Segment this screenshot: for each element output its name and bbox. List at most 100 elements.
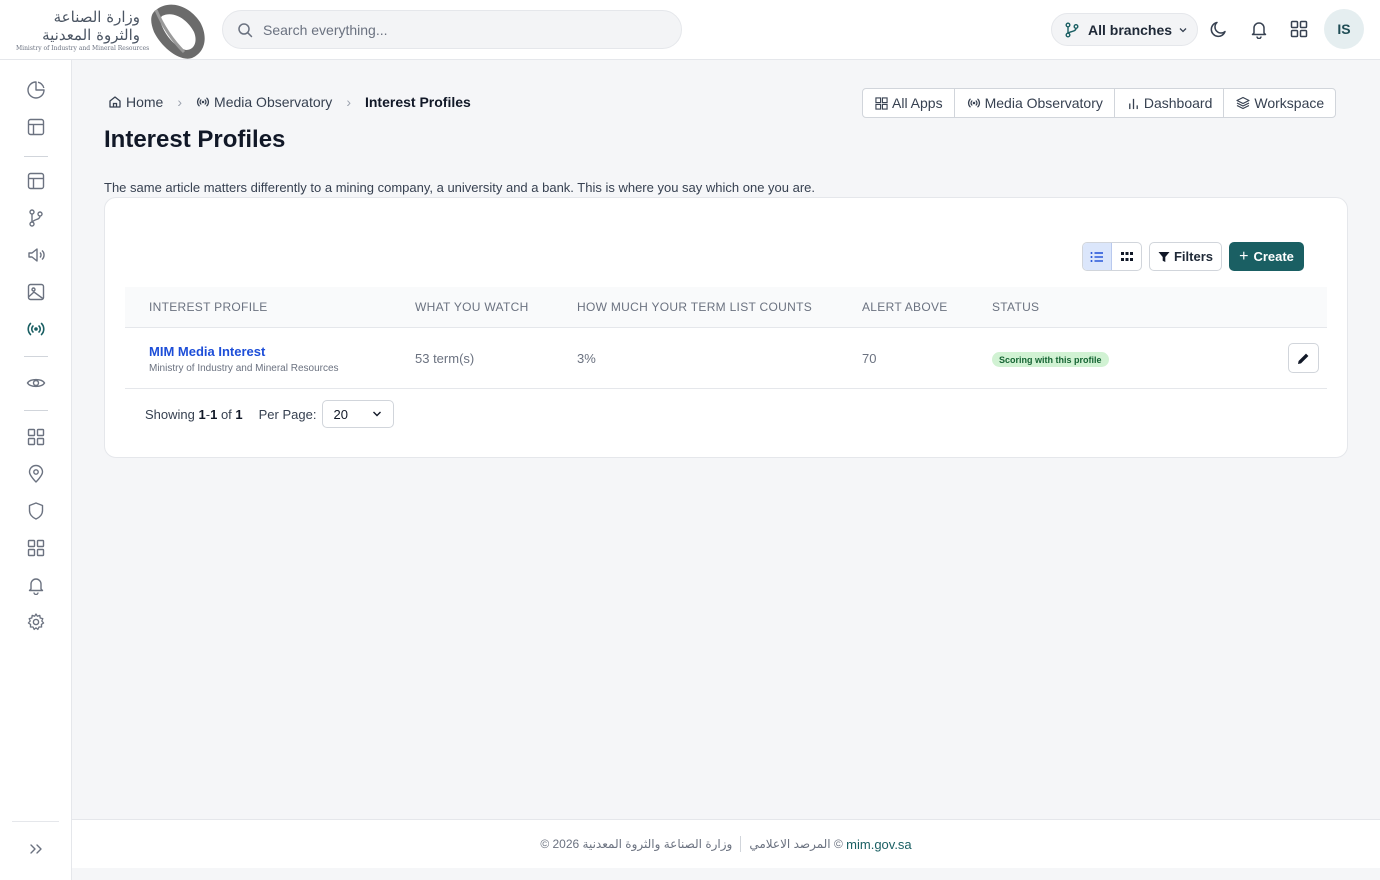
breadcrumb-current: Interest Profiles — [364, 94, 471, 110]
layout-icon — [27, 172, 45, 190]
sidebar-item-modules[interactable] — [25, 537, 47, 559]
chevron-down-icon — [373, 411, 382, 417]
footer-observatory: المرصد الاعلامي © — [749, 837, 843, 851]
gear-icon — [27, 613, 45, 631]
breadcrumb-home-label: Home — [126, 94, 164, 110]
profile-name-link[interactable]: MIM Media Interest — [149, 344, 265, 359]
total-count: 1 — [235, 406, 243, 422]
bell-icon — [28, 578, 44, 595]
sidebar-item-locations[interactable] — [25, 463, 47, 485]
breadcrumb: Home › Media Observatory › Interest Prof… — [108, 92, 471, 112]
sidebar-divider — [24, 156, 48, 157]
apps-grid-button[interactable] — [1288, 18, 1310, 40]
chevron-down-icon — [1179, 27, 1187, 32]
sidebar-divider — [24, 356, 48, 357]
broadcast-icon — [27, 322, 45, 336]
shield-icon — [28, 502, 44, 520]
sidebar-item-media[interactable] — [25, 281, 47, 303]
sidebar-item-analytics[interactable] — [25, 79, 47, 101]
home-icon — [109, 96, 121, 108]
grid-icon — [1290, 20, 1308, 38]
grid-icon — [875, 96, 888, 110]
notifications-button[interactable] — [1248, 18, 1270, 40]
pagination: Showing 1-1 of 1 Per Page: 20 — [145, 400, 395, 428]
nav-dashboard[interactable]: Dashboard — [1115, 89, 1225, 117]
create-label: Create — [1253, 249, 1294, 264]
create-button[interactable]: + Create — [1229, 242, 1304, 271]
top-header: وزارة الصناعة والثروة المعدنية Ministry … — [0, 0, 1380, 60]
per-page-select[interactable]: 20 — [322, 400, 395, 428]
megaphone-icon — [28, 248, 45, 262]
user-avatar[interactable]: IS — [1324, 9, 1364, 49]
edit-button[interactable] — [1288, 343, 1319, 373]
logo-text-english: Ministry of Industry and Mineral Resourc… — [16, 45, 150, 52]
table-row: MIM Media Interest Ministry of Industry … — [125, 328, 1327, 389]
git-branch-icon — [29, 209, 43, 227]
column-header-alert-above[interactable]: ALERT ABOVE — [862, 300, 948, 314]
sidebar-item-notifications[interactable] — [25, 574, 47, 596]
sidebar — [0, 60, 72, 880]
sidebar-item-branches[interactable] — [25, 207, 47, 229]
sidebar-item-announcements[interactable] — [25, 244, 47, 266]
column-header-term-list-weight[interactable]: HOW MUCH YOUR TERM LIST COUNTS — [577, 300, 812, 314]
breadcrumb-media-observatory-label: Media Observatory — [214, 94, 333, 110]
breadcrumb-media-observatory[interactable]: Media Observatory — [196, 94, 332, 110]
filters-label: Filters — [1173, 249, 1213, 264]
status-badge: Scoring with this profile — [992, 352, 1109, 367]
broadcast-icon — [197, 97, 210, 107]
app-navigation: All Apps Media Observatory Dashboard Wor… — [862, 88, 1337, 118]
layout-icon — [27, 118, 45, 136]
double-chevron-right-icon — [30, 844, 42, 854]
column-header-what-you-watch[interactable]: WHAT YOU WATCH — [415, 300, 529, 314]
column-header-interest-profile[interactable]: INTEREST PROFILE — [149, 300, 268, 314]
search-input[interactable] — [263, 11, 663, 48]
column-header-status[interactable]: STATUS — [992, 300, 1039, 314]
range-end: 1 — [210, 406, 218, 422]
nav-all-apps-label: All Apps — [892, 95, 943, 111]
image-icon — [27, 283, 45, 301]
plus-icon: + — [1239, 247, 1249, 265]
showing-prefix: Showing — [145, 406, 195, 422]
sidebar-item-layout[interactable] — [25, 116, 47, 138]
sidebar-expand-button[interactable] — [25, 838, 47, 860]
nav-all-apps[interactable]: All Apps — [863, 89, 955, 117]
grid-view-button[interactable] — [1112, 243, 1141, 270]
branch-selector[interactable]: All branches — [1051, 13, 1198, 46]
per-page-label: Per Page: — [258, 406, 317, 422]
table-header: INTEREST PROFILE WHAT YOU WATCH HOW MUCH… — [125, 287, 1327, 328]
global-search[interactable] — [222, 10, 682, 49]
sidebar-item-layout-2[interactable] — [25, 170, 47, 192]
logo-mark-icon — [151, 4, 205, 59]
sidebar-item-monitoring[interactable] — [25, 372, 47, 394]
breadcrumb-home[interactable]: Home — [108, 94, 163, 110]
sidebar-item-apps[interactable] — [25, 426, 47, 448]
grid-dots-icon — [1120, 251, 1133, 261]
page-description: The same article matters differently to … — [104, 180, 816, 195]
pie-chart-icon — [27, 81, 45, 99]
nav-media-observatory[interactable]: Media Observatory — [955, 89, 1115, 117]
sidebar-item-settings[interactable] — [25, 611, 47, 633]
moon-icon — [1210, 21, 1226, 38]
footer-link[interactable]: mim.gov.sa — [846, 837, 912, 852]
list-icon — [1090, 251, 1103, 262]
broadcast-icon — [967, 98, 980, 108]
filters-button[interactable]: Filters — [1149, 242, 1222, 271]
nav-workspace-label: Workspace — [1254, 95, 1325, 111]
branch-label: All branches — [1088, 21, 1173, 38]
profiles-table: INTEREST PROFILE WHAT YOU WATCH HOW MUCH… — [125, 287, 1327, 389]
footer: © 2026 وزارة الصناعة والثروة المعدنية ال… — [72, 819, 1380, 868]
cell-what-you-watch: 53 term(s) — [415, 351, 475, 366]
grid-icon — [27, 428, 45, 446]
nav-workspace[interactable]: Workspace — [1224, 89, 1335, 117]
git-branch-icon — [1065, 22, 1079, 37]
nav-media-observatory-label: Media Observatory — [984, 95, 1103, 111]
footer-copyright: © 2026 وزارة الصناعة والثروة المعدنية — [540, 837, 733, 851]
ministry-logo[interactable]: وزارة الصناعة والثروة المعدنية Ministry … — [12, 2, 212, 59]
sidebar-item-security[interactable] — [25, 500, 47, 522]
breadcrumb-separator: › — [177, 94, 183, 110]
layers-icon — [1236, 96, 1250, 110]
dark-mode-toggle[interactable] — [1208, 18, 1230, 40]
list-view-button[interactable] — [1083, 243, 1113, 270]
breadcrumb-separator: › — [346, 94, 351, 110]
sidebar-item-media-observatory[interactable] — [25, 318, 47, 340]
